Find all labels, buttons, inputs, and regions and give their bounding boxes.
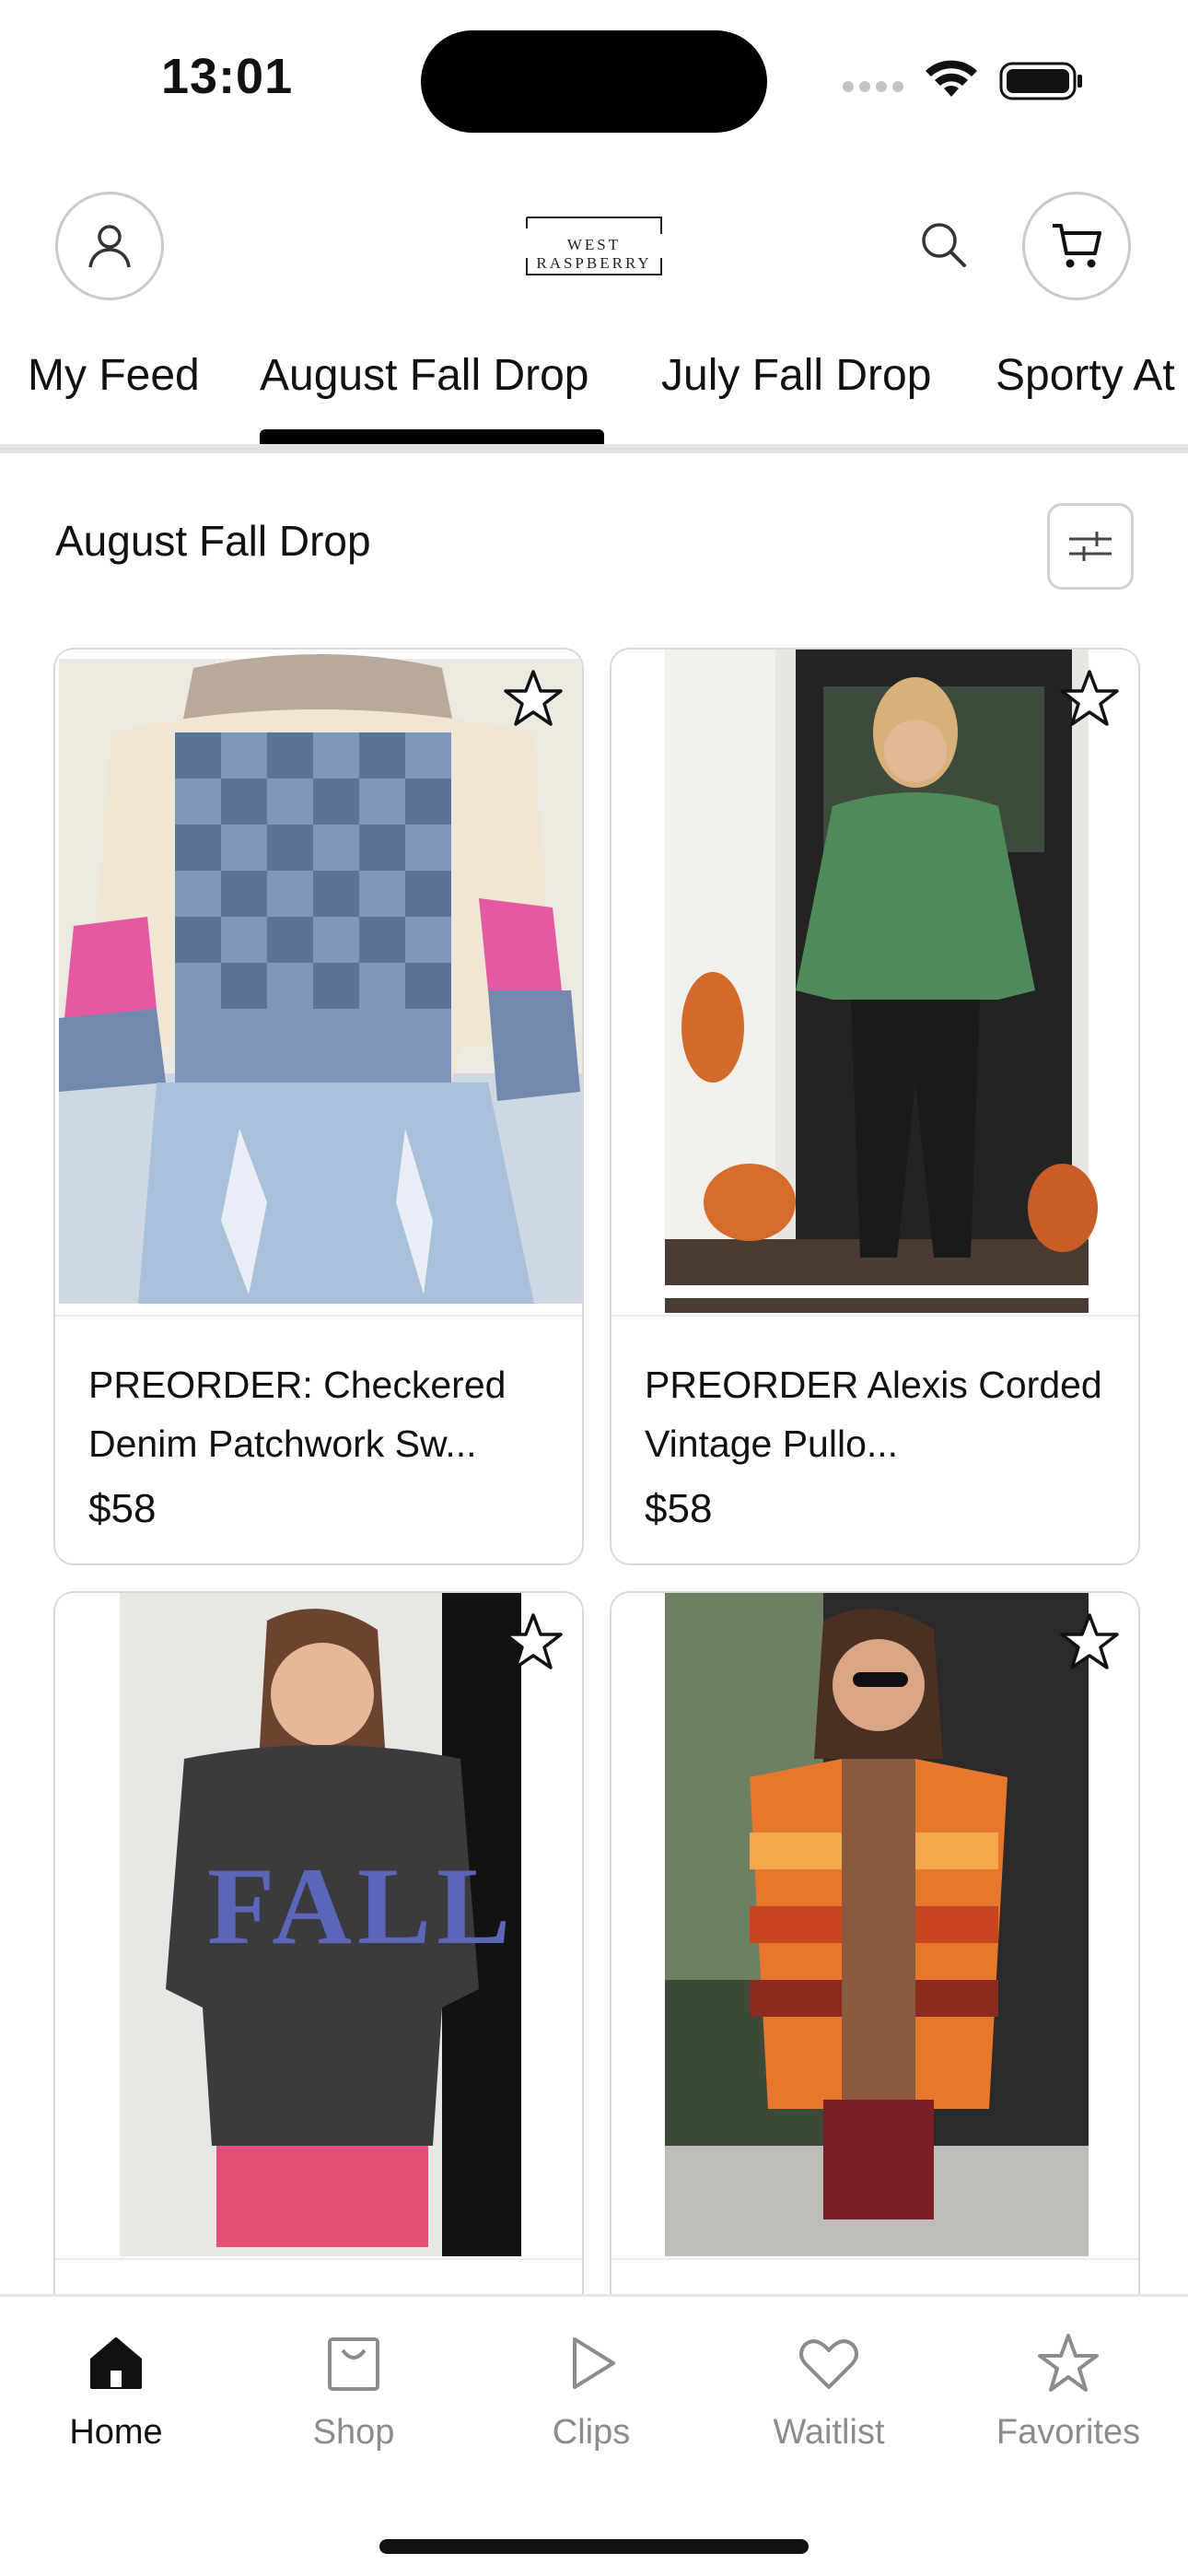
nav-shop[interactable]: Shop xyxy=(262,2330,446,2453)
bag-icon xyxy=(328,2337,379,2391)
logo-text: WEST RASPBERRY xyxy=(536,236,652,272)
card-divider xyxy=(611,2258,1138,2260)
card-divider xyxy=(55,1315,582,1317)
play-icon xyxy=(573,2337,615,2389)
status-bar: 13:01 xyxy=(0,0,1188,157)
nav-shop-label: Shop xyxy=(312,2413,395,2452)
favorite-star-icon[interactable] xyxy=(1057,1610,1122,1674)
person-icon xyxy=(88,225,131,268)
home-indicator[interactable] xyxy=(379,2539,809,2554)
tab-july-fall-drop[interactable]: July Fall Drop xyxy=(661,350,931,401)
product-photo-checkered-sweater xyxy=(55,650,582,1315)
heart-icon xyxy=(799,2339,858,2389)
nav-clips-label: Clips xyxy=(552,2413,631,2452)
brand-logo[interactable]: WEST RASPBERRY xyxy=(508,216,680,276)
card-divider xyxy=(611,1315,1138,1317)
filter-button[interactable] xyxy=(1047,503,1134,590)
search-icon xyxy=(922,223,966,267)
product-price: $58 xyxy=(88,1486,157,1531)
favorite-star-icon[interactable] xyxy=(1057,666,1122,731)
nav-favorites[interactable]: Favorites xyxy=(976,2330,1160,2453)
active-tab-indicator xyxy=(260,429,604,444)
product-image[interactable] xyxy=(611,650,1138,1315)
status-time: 13:01 xyxy=(161,49,294,104)
app-header: WEST RASPBERRY xyxy=(0,184,1188,313)
product-price: $58 xyxy=(645,1486,713,1531)
product-card[interactable]: FALL xyxy=(53,1591,584,2328)
tab-my-feed[interactable]: My Feed xyxy=(28,350,200,401)
card-divider xyxy=(55,2258,582,2260)
cart-icon xyxy=(1053,224,1101,268)
tab-august-fall-drop[interactable]: August Fall Drop xyxy=(260,350,589,401)
product-image[interactable] xyxy=(611,1593,1138,2258)
nav-home-label: Home xyxy=(69,2413,163,2452)
nav-waitlist-label: Waitlist xyxy=(773,2413,885,2452)
cellular-signal-icon xyxy=(843,81,903,92)
nav-waitlist[interactable]: Waitlist xyxy=(737,2330,921,2453)
wifi-icon xyxy=(926,60,977,97)
nav-clips[interactable]: Clips xyxy=(499,2330,683,2453)
product-photo-green-pullover xyxy=(611,650,1138,1315)
nav-home[interactable]: Home xyxy=(24,2330,208,2453)
nav-favorites-label: Favorites xyxy=(996,2413,1141,2452)
product-card[interactable]: PREORDER: Checkered Denim Patchwork Sw..… xyxy=(53,648,584,1565)
sliders-icon xyxy=(1069,532,1112,561)
search-button[interactable] xyxy=(916,217,972,273)
product-image[interactable]: FALL xyxy=(55,1593,582,2258)
section-title: August Fall Drop xyxy=(55,517,371,565)
cart-button[interactable] xyxy=(1022,192,1131,300)
home-icon xyxy=(90,2337,142,2389)
category-tabs: My Feed August Fall Drop July Fall Drop … xyxy=(0,343,1188,444)
favorite-star-icon[interactable] xyxy=(501,666,565,731)
product-image[interactable] xyxy=(55,650,582,1315)
profile-button[interactable] xyxy=(55,192,164,300)
dynamic-island xyxy=(421,30,767,133)
svg-text:FALL: FALL xyxy=(207,1844,516,1967)
product-name[interactable]: PREORDER Alexis Corded Vintage Pullo... xyxy=(645,1355,1105,1473)
favorite-star-icon[interactable] xyxy=(501,1610,565,1674)
product-card[interactable] xyxy=(610,1591,1140,2328)
tabs-divider xyxy=(0,444,1188,453)
bottom-navigation: Home Shop Clips Waitlist Favorites xyxy=(0,2294,1188,2576)
battery-icon xyxy=(999,62,1082,100)
product-photo-fall-sweatshirt: FALL xyxy=(55,1593,582,2258)
product-photo-striped-cardigan xyxy=(611,1593,1138,2258)
tab-sporty[interactable]: Sporty At xyxy=(996,350,1175,401)
product-card[interactable]: PREORDER Alexis Corded Vintage Pullo... … xyxy=(610,648,1140,1565)
star-icon xyxy=(1038,2334,1099,2392)
product-name[interactable]: PREORDER: Checkered Denim Patchwork Sw..… xyxy=(88,1355,549,1473)
